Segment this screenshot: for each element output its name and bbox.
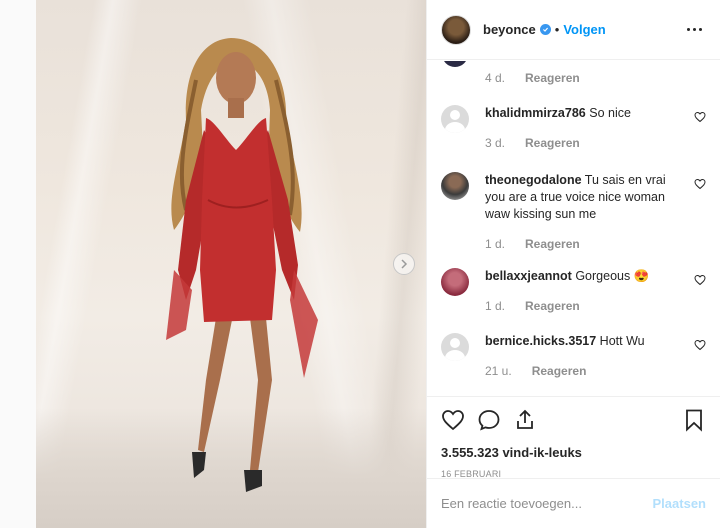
post-header: beyonce • Volgen bbox=[427, 0, 720, 60]
reply-button[interactable]: Reageren bbox=[525, 237, 580, 251]
author-avatar[interactable] bbox=[441, 14, 471, 45]
bookmark-icon[interactable] bbox=[682, 408, 706, 432]
action-icons-row bbox=[441, 407, 706, 433]
heart-icon[interactable] bbox=[441, 408, 465, 432]
reply-button[interactable]: Reageren bbox=[532, 364, 587, 378]
list-item: bernice.hicks.3517 Hott Wu 21 u. Reagere… bbox=[441, 333, 706, 378]
post-comment-button[interactable]: Plaatsen bbox=[653, 496, 706, 511]
comment-username[interactable]: khalidmmirza786 bbox=[485, 106, 586, 120]
heart-icon[interactable] bbox=[694, 111, 706, 123]
more-options-icon[interactable] bbox=[683, 24, 706, 35]
comment-input[interactable] bbox=[441, 496, 653, 511]
reply-button[interactable]: Reageren bbox=[525, 71, 580, 85]
comment-body: So nice bbox=[589, 106, 631, 120]
left-gutter bbox=[0, 0, 36, 528]
comment-time: 21 u. bbox=[485, 364, 512, 378]
heart-icon[interactable] bbox=[694, 178, 706, 190]
comment-text: bernice.hicks.3517 Hott Wu bbox=[485, 333, 706, 350]
comment-time: 1 d. bbox=[485, 299, 506, 313]
comment-body: Gorgeous 😍 bbox=[575, 269, 650, 283]
comment-meta: 4 d. Reageren bbox=[485, 71, 706, 85]
post-photo[interactable] bbox=[36, 0, 426, 528]
comment-meta: 1 d. Reageren bbox=[485, 299, 706, 313]
comment-text: bellaxxjeannot Gorgeous 😍 bbox=[485, 268, 706, 285]
follow-button[interactable]: Volgen bbox=[563, 22, 605, 37]
comment-text: khalidmmirza786 So nice bbox=[485, 105, 706, 122]
heart-icon[interactable] bbox=[694, 274, 706, 286]
comment-meta: 3 d. Reageren bbox=[485, 136, 706, 150]
comment-username[interactable]: bernice.hicks.3517 bbox=[485, 334, 596, 348]
comments-list[interactable]: 4 d. Reageren khalidmmirza786 So nice 3 … bbox=[427, 61, 720, 395]
comment-username[interactable]: theonegodalone bbox=[485, 173, 582, 187]
like-count[interactable]: 3.555.323 vind-ik-leuks bbox=[441, 445, 706, 460]
comment-text: theonegodalone Tu sais en vrai you are a… bbox=[485, 172, 706, 223]
reply-button[interactable]: Reageren bbox=[525, 299, 580, 313]
avatar[interactable] bbox=[441, 268, 469, 296]
share-icon[interactable] bbox=[513, 408, 537, 432]
verified-badge-icon bbox=[539, 24, 551, 35]
comment-username[interactable]: bellaxxjeannot bbox=[485, 269, 572, 283]
comment-meta: 21 u. Reageren bbox=[485, 364, 706, 378]
avatar[interactable] bbox=[441, 333, 469, 361]
comment-composer: Plaatsen bbox=[427, 478, 720, 528]
comment-time: 1 d. bbox=[485, 237, 506, 251]
list-item: khalidmmirza786 So nice 3 d. Reageren bbox=[441, 105, 706, 150]
list-item: theonegodalone Tu sais en vrai you are a… bbox=[441, 172, 706, 251]
woman-in-red-dress-illustration bbox=[166, 38, 318, 492]
author-username[interactable]: beyonce bbox=[483, 22, 536, 37]
comment-time: 3 d. bbox=[485, 136, 506, 150]
list-item: bellaxxjeannot Gorgeous 😍 1 d. Reageren bbox=[441, 268, 706, 313]
comment-time: 4 d. bbox=[485, 71, 506, 85]
comment-meta: 1 d. Reageren bbox=[485, 237, 706, 251]
speech-bubble-icon[interactable] bbox=[477, 408, 501, 432]
avatar[interactable] bbox=[441, 105, 469, 133]
list-item: 4 d. Reageren bbox=[441, 61, 706, 85]
chevron-right-icon bbox=[401, 259, 408, 269]
heart-icon[interactable] bbox=[694, 339, 706, 351]
carousel-next-button[interactable] bbox=[393, 253, 415, 275]
separator-dot: • bbox=[554, 22, 560, 37]
reply-button[interactable]: Reageren bbox=[525, 136, 580, 150]
post-side-panel: beyonce • Volgen 4 d. Reageren khalidmmi… bbox=[426, 0, 720, 528]
avatar[interactable] bbox=[441, 172, 469, 200]
post-actions: 3.555.323 vind-ik-leuks 16 februari bbox=[427, 396, 720, 479]
comment-body: Hott Wu bbox=[599, 334, 645, 348]
